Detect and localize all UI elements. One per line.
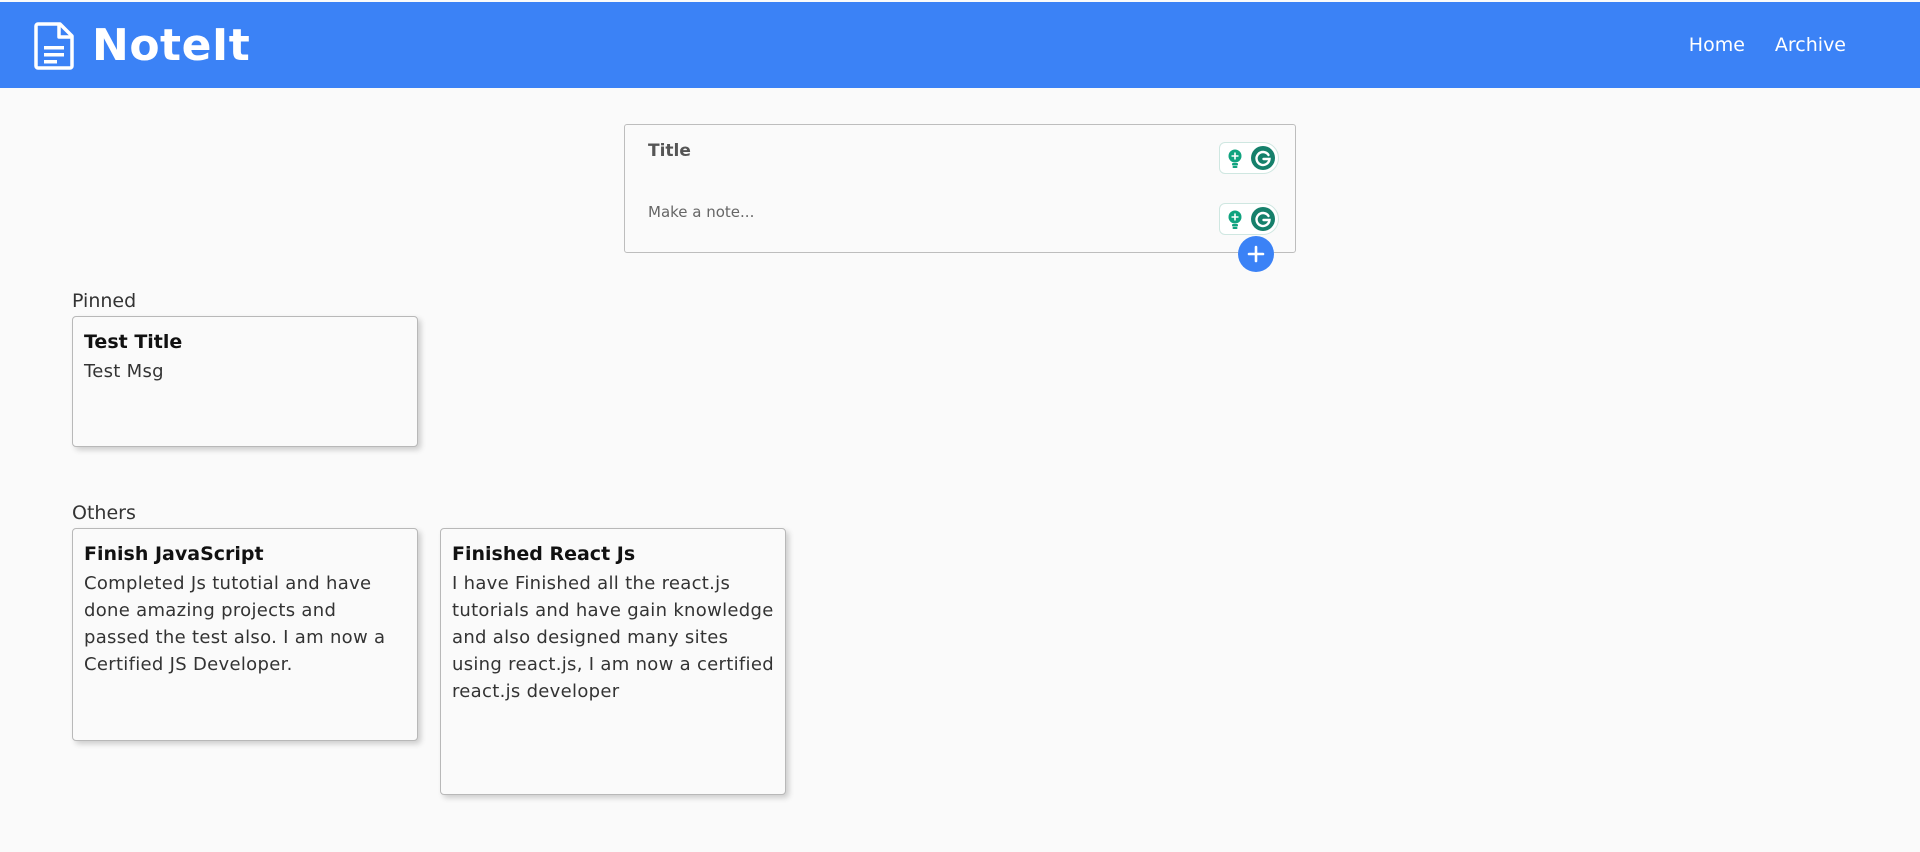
add-note-button[interactable]: [1238, 236, 1274, 272]
note-content: Completed Js tutotial and have done amaz…: [84, 573, 386, 675]
lightbulb-icon: [1228, 149, 1242, 168]
note-title: Finished React Js: [452, 543, 636, 565]
note-content: Test Msg: [84, 361, 164, 382]
note-card-pinned[interactable]: Test Title Test Msg: [72, 316, 418, 447]
note-content-input[interactable]: [648, 203, 1208, 229]
plus-icon: [1247, 245, 1265, 263]
note-card[interactable]: Finish JavaScript Completed Js tutotial …: [72, 528, 418, 741]
document-icon: [34, 22, 74, 70]
brand[interactable]: NoteIt: [34, 22, 250, 70]
grammarly-icon: [1251, 207, 1275, 231]
writing-assistant-widget-title[interactable]: [1219, 142, 1279, 174]
note-title: Test Title: [84, 331, 183, 353]
note-title: Finish JavaScript: [84, 543, 264, 565]
note-title-input[interactable]: [648, 137, 1208, 165]
top-navbar: NoteIt Home Archive: [0, 2, 1920, 88]
note-card[interactable]: Finished React Js I have Finished all th…: [440, 528, 786, 795]
nav-home-link[interactable]: Home: [1689, 32, 1745, 58]
others-section-label: Others: [72, 502, 136, 524]
app-name: NoteIt: [92, 20, 251, 71]
writing-assistant-widget-note[interactable]: [1219, 203, 1279, 235]
main-nav: Home Archive: [1659, 32, 1846, 58]
note-content: I have Finished all the react.js tutoria…: [452, 573, 774, 702]
lightbulb-icon: [1228, 210, 1242, 229]
grammarly-icon: [1251, 146, 1275, 170]
pinned-section-label: Pinned: [72, 290, 137, 312]
note-composer: [624, 124, 1296, 253]
nav-archive-link[interactable]: Archive: [1775, 32, 1846, 58]
